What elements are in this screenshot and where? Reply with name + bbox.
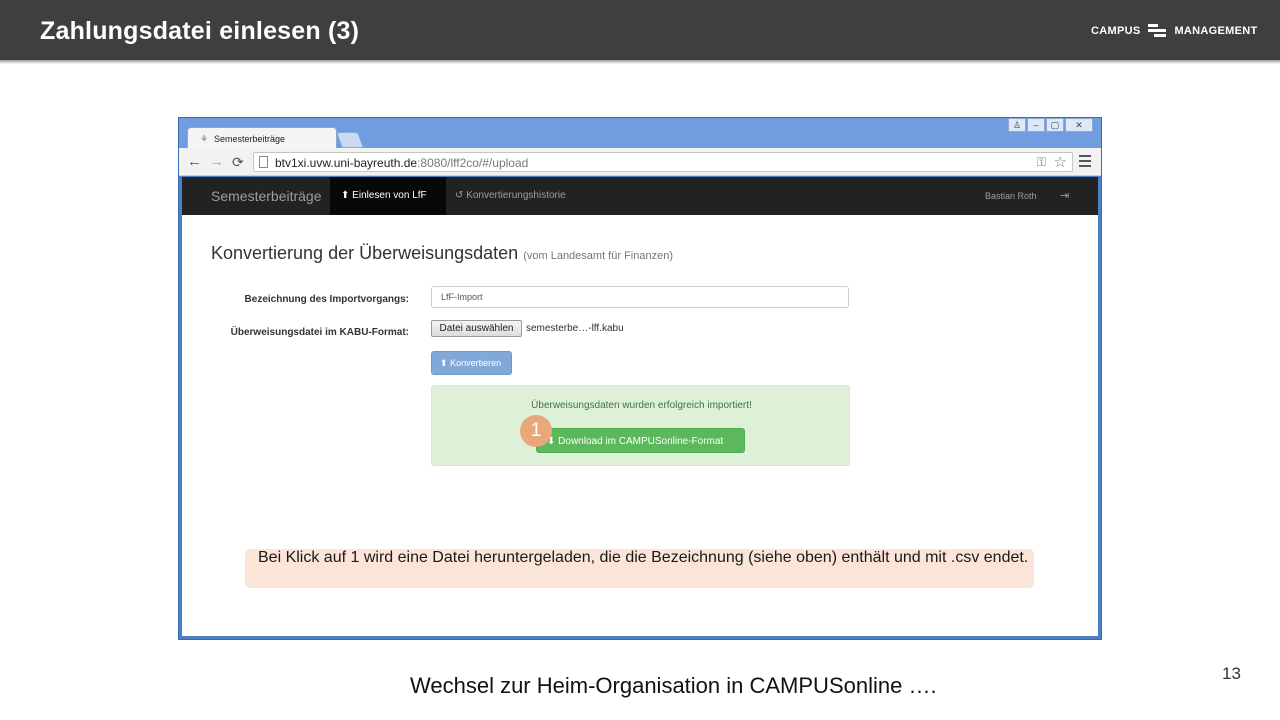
page-viewport: Semesterbeiträge ⬆ Einlesen von LfF ↺ Ko… bbox=[182, 177, 1098, 636]
url-text: btv1xi.uvw.uni-bayreuth.de:8080/lff2co/#… bbox=[275, 156, 528, 170]
upload-icon: ⬆ bbox=[341, 190, 350, 201]
url-host: btv1xi.uvw.uni-bayreuth.de bbox=[275, 156, 418, 170]
history-icon: ↺ bbox=[455, 190, 464, 201]
new-tab-button[interactable] bbox=[336, 132, 364, 148]
file-label: Überweisungsdatei im KABU-Format: bbox=[230, 327, 409, 338]
app-brand[interactable]: Semesterbeiträge bbox=[211, 188, 322, 204]
nav-item-import[interactable]: ⬆ Einlesen von LfF bbox=[330, 177, 446, 215]
tab-title: Semesterbeiträge bbox=[214, 134, 286, 144]
convert-button[interactable]: ⬆ Konvertieren bbox=[431, 351, 512, 375]
browser-tab[interactable]: ⚘ Semesterbeiträge bbox=[187, 127, 337, 149]
menu-icon[interactable] bbox=[1079, 155, 1091, 170]
nav-import-label: Einlesen von LfF bbox=[352, 190, 427, 201]
address-bar[interactable]: btv1xi.uvw.uni-bayreuth.de:8080/lff2co/#… bbox=[253, 152, 1073, 172]
close-icon[interactable]: ✕ bbox=[1065, 118, 1093, 132]
slide-header: Zahlungsdatei einlesen (3) CAMPUS MANAGE… bbox=[0, 0, 1280, 64]
tab-favicon-icon: ⚘ bbox=[200, 134, 209, 144]
choose-file-button[interactable]: Datei auswählen bbox=[431, 320, 522, 337]
success-message: Überweisungsdaten wurden erfolgreich imp… bbox=[531, 400, 752, 411]
annotation-note: Bei Klick auf 1 wird eine Datei herunter… bbox=[245, 549, 1034, 588]
page-heading: Konvertierung der Überweisungsdaten (vom… bbox=[211, 243, 673, 264]
logo-left-text: CAMPUS bbox=[1091, 25, 1141, 37]
maximize-icon[interactable]: ▢ bbox=[1046, 118, 1064, 132]
window-controls: ♙ – ▢ ✕ bbox=[1007, 118, 1093, 132]
back-arrow-icon[interactable]: ← bbox=[187, 153, 202, 171]
logo-right-text: MANAGEMENT bbox=[1174, 25, 1258, 37]
convert-button-label: Konvertieren bbox=[450, 358, 502, 368]
page-icon bbox=[259, 156, 268, 168]
nav-history-label: Konvertierungshistorie bbox=[466, 190, 566, 201]
slide: Zahlungsdatei einlesen (3) CAMPUS MANAGE… bbox=[0, 0, 1280, 720]
success-alert: Überweisungsdaten wurden erfolgreich imp… bbox=[431, 385, 850, 466]
logo-mark-icon bbox=[1148, 24, 1167, 37]
nav-item-history[interactable]: ↺ Konvertierungshistorie bbox=[455, 177, 566, 215]
browser-window: ⚘ Semesterbeiträge ♙ – ▢ ✕ ← → ⟳ btv1xi.… bbox=[178, 117, 1102, 640]
download-button-label: Download im CAMPUSonline-Format bbox=[558, 436, 724, 447]
browser-toolbar: ← → ⟳ btv1xi.uvw.uni-bayreuth.de:8080/lf… bbox=[179, 148, 1101, 176]
minimize-icon[interactable]: – bbox=[1027, 118, 1045, 132]
url-path: :8080/lff2co/#/upload bbox=[417, 156, 529, 170]
download-button[interactable]: ⬇ Download im CAMPUSonline-Format bbox=[536, 428, 745, 453]
app-navbar: Semesterbeiträge ⬆ Einlesen von LfF ↺ Ko… bbox=[182, 177, 1098, 215]
logout-icon[interactable]: ⇥ bbox=[1060, 189, 1069, 202]
footer-text: Wechsel zur Heim-Organisation in CAMPUSo… bbox=[410, 673, 937, 698]
page-heading-title: Konvertierung der Überweisungsdaten bbox=[211, 243, 519, 263]
page-number: 13 bbox=[1222, 664, 1241, 683]
campus-management-logo: CAMPUS MANAGEMENT bbox=[1091, 22, 1258, 40]
selected-file-name: semesterbe…-lff.kabu bbox=[526, 323, 624, 334]
bookmark-star-icon[interactable]: ☆ bbox=[1054, 153, 1067, 171]
forward-arrow-icon[interactable]: → bbox=[209, 153, 224, 171]
upload-icon: ⬆ bbox=[440, 358, 448, 368]
import-name-input[interactable]: LfF-Import bbox=[431, 286, 849, 308]
browser-titlebar: ⚘ Semesterbeiträge ♙ – ▢ ✕ bbox=[179, 118, 1101, 149]
import-name-label: Bezeichnung des Importvorgangs: bbox=[244, 294, 409, 305]
reload-icon[interactable]: ⟳ bbox=[232, 153, 244, 171]
slide-title: Zahlungsdatei einlesen (3) bbox=[40, 17, 360, 45]
key-icon[interactable]: ⚿ bbox=[1037, 155, 1046, 170]
step-badge: 1 bbox=[520, 415, 552, 447]
nav-user-name[interactable]: Bastian Roth bbox=[985, 191, 1037, 201]
user-icon[interactable]: ♙ bbox=[1008, 118, 1026, 132]
page-heading-subtitle: (vom Landesamt für Finanzen) bbox=[523, 250, 673, 262]
